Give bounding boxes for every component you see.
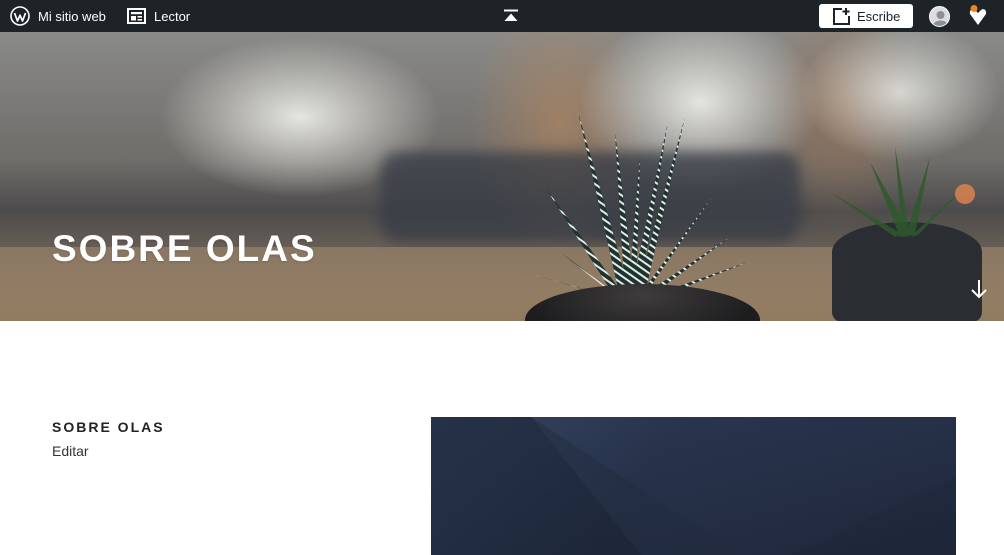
my-site-label: Mi sitio web xyxy=(38,8,106,24)
hero-header: SOBRE OLAS xyxy=(0,32,1004,321)
notifications-icon[interactable] xyxy=(966,4,990,28)
write-label: Escribe xyxy=(857,8,901,24)
admin-bar: Mi sitio web Lector Escribe xyxy=(0,0,1004,32)
wordpress-logo-icon xyxy=(10,6,30,26)
arrow-down-icon[interactable] xyxy=(969,278,989,300)
collapse-up-icon[interactable] xyxy=(503,9,519,23)
reader-label: Lector xyxy=(154,8,191,24)
hero-background-plant xyxy=(830,147,975,237)
write-button[interactable]: Escribe xyxy=(819,4,913,28)
reader-menu[interactable]: Lector xyxy=(127,0,190,32)
content-image xyxy=(431,417,956,555)
edit-link[interactable]: Editar xyxy=(52,443,89,459)
my-site-menu[interactable]: Mi sitio web xyxy=(10,0,106,32)
site-title[interactable]: SOBRE OLAS xyxy=(52,228,317,270)
user-avatar-icon[interactable] xyxy=(929,6,950,27)
page-title: SOBRE OLAS xyxy=(52,419,165,435)
hero-plant xyxy=(490,112,748,301)
notification-dot xyxy=(970,5,978,12)
reader-icon xyxy=(127,8,146,24)
content-image-ridge xyxy=(431,417,956,555)
new-post-icon xyxy=(833,7,850,25)
